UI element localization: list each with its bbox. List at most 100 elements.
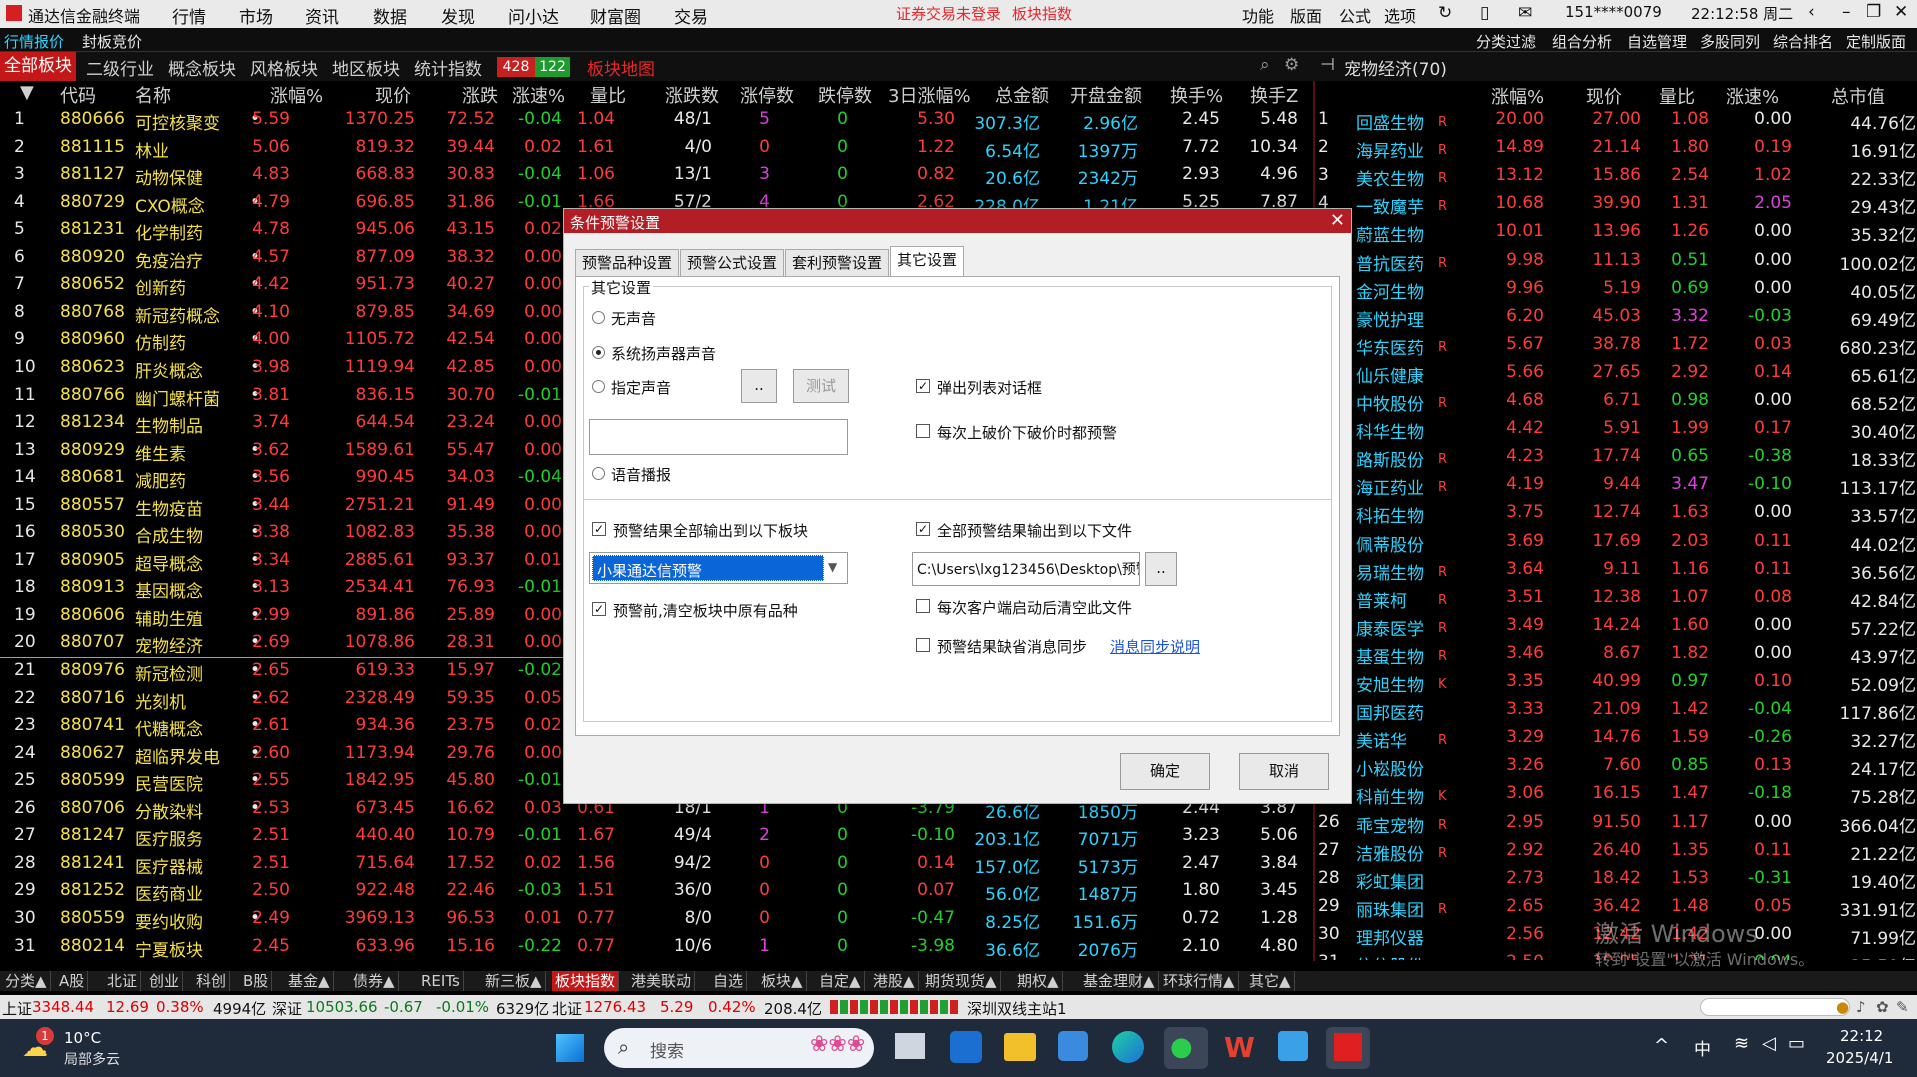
chk-clear-block[interactable]: ✓	[592, 602, 606, 616]
table-row[interactable]: 22国邦医药3.3321.091.42-0.04117.86亿	[1316, 697, 1917, 725]
table-row[interactable]: 1 880666 可控核聚变 • 5.59 1370.25 72.52 -0.04 1.04 48…	[0, 107, 1312, 135]
block-select[interactable]: 小果通达信预警 ▼	[589, 552, 848, 584]
tab-stats[interactable]: 统计指数	[410, 55, 486, 80]
market-tab[interactable]: 债券▲	[350, 971, 399, 991]
market-tab[interactable]: A股	[56, 971, 89, 991]
restore-icon[interactable]: ❐	[1866, 2, 1881, 22]
output-file-input[interactable]: C:\Users\lxg123456\Desktop\预警.txt	[912, 552, 1140, 586]
btn-multi[interactable]: 多股同列	[1700, 31, 1760, 52]
cancel-button[interactable]: 取消	[1239, 753, 1329, 790]
market-tab[interactable]: 自选	[710, 971, 748, 991]
table-row[interactable]: 31 880214 宁夏板块 2.45 633.96 15.16 -0.22 0.77 10/6…	[0, 934, 1312, 961]
phone-icon[interactable]: ▯	[1480, 3, 1489, 23]
msg-sync-help-link[interactable]: 消息同步说明	[1110, 636, 1200, 657]
sz-value[interactable]: 10503.66	[306, 998, 378, 1016]
col-turnover[interactable]: 换手%	[1170, 82, 1223, 108]
bell-icon[interactable]: ♪	[1856, 998, 1866, 1016]
bz-value[interactable]: 1276.43	[584, 998, 646, 1016]
wifi-icon[interactable]: ≋	[1734, 1033, 1749, 1054]
market-tab[interactable]: 板块▲	[758, 971, 807, 991]
table-row[interactable]: 16佩蒂股份3.6917.692.030.1144.02亿	[1316, 529, 1917, 557]
wechat-bg[interactable]: ●	[1164, 1027, 1208, 1069]
wps-icon[interactable]: W	[1224, 1031, 1255, 1064]
col-code[interactable]: 代码	[60, 82, 96, 108]
market-tab[interactable]: 创业	[146, 971, 184, 991]
folder-icon[interactable]	[1004, 1033, 1036, 1061]
app-icon[interactable]	[1278, 1031, 1308, 1061]
chk-output-file-label[interactable]: 全部预警结果输出到以下文件	[937, 520, 1132, 541]
radio-system-sound[interactable]	[592, 346, 605, 359]
table-row[interactable]: 9华东医药R5.6738.781.720.03680.23亿	[1316, 332, 1917, 360]
sound-test-button[interactable]: 测试	[793, 369, 849, 403]
chk-msg-sync-label[interactable]: 预警结果缺省消息同步	[937, 636, 1087, 657]
table-row[interactable]: 27 881247 医疗服务 2.51 440.40 10.79 -0.01 1.67 49/4…	[0, 823, 1312, 851]
market-tab[interactable]: 分类▲	[2, 971, 51, 991]
radio-custom-sound-label[interactable]: 指定声音	[611, 377, 671, 398]
table-row[interactable]: 6普抗医药R9.9811.130.510.00100.02亿	[1316, 248, 1917, 276]
col-r-change-pct[interactable]: 涨幅%	[1491, 83, 1544, 109]
btn-filter[interactable]: 分类过滤	[1476, 31, 1536, 52]
table-row[interactable]: 3 881127 动物保健 4.83 668.83 30.83 -0.04 1.06 13/1 3…	[0, 162, 1312, 190]
table-row[interactable]: 3 美农生物 R 13.12 15.86 2.54 1.02 22.33亿	[1316, 163, 1917, 191]
col-limit-up[interactable]: 涨停数	[740, 82, 794, 108]
task-view-icon[interactable]	[895, 1033, 925, 1059]
table-row[interactable]: 11中牧股份R4.686.710.980.0068.52亿	[1316, 388, 1917, 416]
col-3day[interactable]: 3日涨幅%	[888, 82, 971, 108]
chk-clear-file-label[interactable]: 每次客户端启动后清空此文件	[937, 597, 1132, 618]
btn-ranking[interactable]: 综合排名	[1773, 31, 1833, 52]
table-row[interactable]: 24小崧股份3.267.600.850.1324.17亿	[1316, 753, 1917, 781]
coin-icon[interactable]: ●	[1836, 998, 1849, 1016]
market-tab[interactable]: 科创	[193, 971, 231, 991]
sort-arrow-icon[interactable]: ▼	[20, 82, 34, 103]
close-icon[interactable]: ✕	[1894, 2, 1908, 22]
col-amount[interactable]: 总金额	[995, 82, 1049, 108]
table-row[interactable]: 28 彩虹集团 2.73 18.42 1.53 -0.31 19.40亿	[1316, 866, 1917, 894]
tab-all-sectors[interactable]: 全部板块	[0, 52, 76, 81]
tab-alert-formula[interactable]: 预警公式设置	[680, 249, 785, 277]
market-tab[interactable]: 期权▲	[1014, 971, 1063, 991]
col-turnover-z[interactable]: 换手Z	[1250, 82, 1298, 108]
table-row[interactable]: 14海正药业R4.199.443.47-0.10113.17亿	[1316, 472, 1917, 500]
col-vol-ratio[interactable]: 量比	[590, 82, 626, 108]
radio-voice-label[interactable]: 语音播报	[611, 464, 671, 485]
menu-item[interactable]: 市场	[239, 3, 273, 28]
file-browse-button[interactable]: ..	[1145, 552, 1177, 586]
chk-every-cross-label[interactable]: 每次上破价下破价时都预警	[937, 422, 1117, 443]
table-row[interactable]: 27 洁雅股份 R 2.92 26.40 1.35 0.11 21.22亿	[1316, 838, 1917, 866]
start-icon[interactable]	[556, 1034, 584, 1062]
market-tab[interactable]: B股	[240, 971, 273, 991]
market-tab[interactable]: 北证	[104, 971, 142, 991]
menu-item[interactable]: 交易	[674, 3, 708, 28]
account-label[interactable]: 151****0079	[1565, 3, 1662, 21]
battery-icon[interactable]: ▭	[1788, 1033, 1805, 1054]
back-icon[interactable]: ‹	[1808, 2, 1815, 22]
pin-status-icon[interactable]: ✎	[1896, 998, 1909, 1016]
market-tab[interactable]: 基金理财▲	[1080, 971, 1159, 991]
chk-clear-block-label[interactable]: 预警前,清空板块中原有品种	[613, 600, 798, 621]
market-tab[interactable]: 其它▲	[1246, 971, 1295, 991]
market-tab[interactable]: 港股▲	[870, 971, 919, 991]
menu-function[interactable]: 功能	[1242, 3, 1274, 27]
taskbar-search[interactable]: ⌕ 搜索 ❀❀❀	[604, 1028, 874, 1068]
table-row[interactable]: 20基蛋生物R3.468.671.820.0043.97亿	[1316, 641, 1917, 669]
menu-item[interactable]: 行情	[172, 3, 206, 28]
chk-popup-list-label[interactable]: 弹出列表对话框	[937, 377, 1042, 398]
menu-item[interactable]: 数据	[373, 3, 407, 28]
table-row[interactable]: 25科前生物K3.0616.151.47-0.1875.28亿	[1316, 781, 1917, 809]
mail-icon[interactable]: ✉	[1518, 3, 1532, 23]
outlook-icon[interactable]	[950, 1031, 982, 1063]
volume-icon[interactable]: ◁	[1762, 1033, 1776, 1054]
col-price[interactable]: 现价	[375, 82, 411, 108]
tab-arbitrage[interactable]: 套利预警设置	[785, 249, 890, 277]
tab-other-settings[interactable]: 其它设置	[890, 246, 965, 277]
btn-custom-layout[interactable]: 定制版面	[1846, 31, 1906, 52]
table-row[interactable]: 23美诺华R3.2914.761.59-0.2632.27亿	[1316, 725, 1917, 753]
menu-item[interactable]: 问小达	[508, 3, 559, 28]
market-tab[interactable]: 基金▲	[285, 971, 334, 991]
market-tab[interactable]: REITs	[418, 971, 464, 991]
sound-path-input[interactable]	[589, 419, 848, 455]
chk-msg-sync[interactable]	[916, 638, 930, 652]
gear-icon[interactable]: ⚙	[1284, 55, 1299, 75]
radio-voice[interactable]	[592, 467, 605, 480]
table-row[interactable]: 18普莱柯R3.5112.381.070.0842.84亿	[1316, 585, 1917, 613]
